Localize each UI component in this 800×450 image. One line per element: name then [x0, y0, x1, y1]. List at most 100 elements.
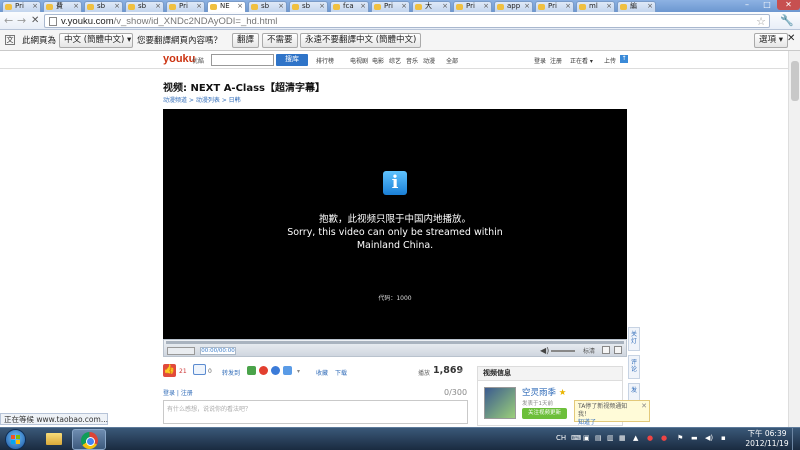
- nav-tv[interactable]: 电视剧: [350, 56, 368, 65]
- nav-movie[interactable]: 电影: [372, 56, 384, 65]
- browser-tab[interactable]: 編 ×: [617, 1, 656, 12]
- tab-close-icon[interactable]: ×: [401, 2, 407, 11]
- quality-button[interactable]: 标清: [583, 346, 595, 355]
- volume-tray-icon[interactable]: ◀): [705, 434, 713, 442]
- progress-bar[interactable]: [166, 341, 624, 344]
- flag-icon[interactable]: ⚑: [677, 434, 683, 442]
- clock[interactable]: 下午 06:39 2012/11/19: [743, 429, 791, 449]
- comment-login-links[interactable]: 登录 | 注册: [163, 388, 193, 397]
- close-infobar-icon[interactable]: ✕: [787, 34, 795, 44]
- network-icon[interactable]: ▬: [691, 434, 698, 442]
- comment-input[interactable]: 有什么感想，说说你的看法吧？: [163, 400, 468, 424]
- tab-close-icon[interactable]: ×: [606, 2, 612, 11]
- play-button[interactable]: [167, 347, 195, 355]
- youku-logo[interactable]: youku: [163, 53, 195, 65]
- browser-tab[interactable]: Pri ×: [535, 1, 574, 12]
- uploader-name[interactable]: 空灵雨季 ★: [522, 386, 566, 398]
- back-icon[interactable]: ←: [4, 15, 13, 27]
- comment-icon[interactable]: [193, 364, 206, 375]
- tab-close-icon[interactable]: ×: [32, 2, 38, 11]
- wrench-icon[interactable]: 🔧: [780, 14, 794, 27]
- register-link[interactable]: 注册: [550, 56, 562, 65]
- tab-close-icon[interactable]: ×: [565, 2, 571, 11]
- side-tab-lights[interactable]: 关灯: [628, 327, 640, 351]
- like-icon[interactable]: 👍: [163, 364, 176, 377]
- share-icon-1[interactable]: [247, 366, 256, 375]
- options-button[interactable]: 選項 ▾: [754, 33, 788, 48]
- window-close-button[interactable]: ✕: [777, 0, 800, 10]
- tab-close-icon[interactable]: ×: [278, 2, 284, 11]
- browser-tab[interactable]: fca ×: [330, 1, 369, 12]
- no-translate-button[interactable]: 不需要: [262, 33, 298, 48]
- nav-anime[interactable]: 动漫: [423, 56, 435, 65]
- nav-music[interactable]: 音乐: [406, 56, 418, 65]
- scrollbar-thumb[interactable]: [791, 61, 799, 101]
- tray-expand-icon[interactable]: ▲: [633, 434, 638, 442]
- repost-label[interactable]: 转发到: [222, 368, 240, 377]
- browser-tab[interactable]: app ×: [494, 1, 533, 12]
- tray-icon-1[interactable]: ▣: [583, 434, 590, 442]
- window-minimize-button[interactable]: –: [737, 0, 757, 10]
- browser-tab[interactable]: 費 ×: [43, 1, 82, 12]
- address-bar[interactable]: v.youku.com/v_show/id_XNDc2NDAyODI=_hd.h…: [44, 14, 770, 28]
- window-maximize-button[interactable]: □: [757, 0, 777, 10]
- tray-icon-5[interactable]: ▪: [721, 434, 726, 442]
- translate-button[interactable]: 翻譯: [232, 33, 260, 48]
- tab-close-icon[interactable]: ×: [237, 2, 243, 11]
- download-link[interactable]: 下载: [335, 368, 347, 377]
- tab-close-icon[interactable]: ×: [442, 2, 448, 11]
- keyboard-icon[interactable]: ⌨: [571, 434, 581, 442]
- login-link[interactable]: 登录: [534, 56, 546, 65]
- avatar[interactable]: [484, 387, 516, 419]
- browser-tab[interactable]: 大 ×: [412, 1, 451, 12]
- plays-dropdown-icon[interactable]: ▾: [459, 367, 463, 375]
- browser-tab[interactable]: sb ×: [248, 1, 287, 12]
- tab-close-icon[interactable]: ×: [483, 2, 489, 11]
- show-desktop-button[interactable]: [792, 428, 800, 450]
- notice-close-icon[interactable]: ✕: [641, 402, 647, 410]
- forward-icon[interactable]: →: [17, 15, 26, 27]
- share-icon-3[interactable]: [271, 366, 280, 375]
- volume-slider[interactable]: [551, 350, 575, 352]
- tab-close-icon[interactable]: ×: [647, 2, 653, 11]
- fullscreen-icon[interactable]: [614, 346, 622, 354]
- nav-all[interactable]: 全部: [446, 56, 458, 65]
- nav-variety[interactable]: 综艺: [389, 56, 401, 65]
- bookmark-star-icon[interactable]: ☆: [756, 15, 766, 28]
- tray-icon-2[interactable]: ▤: [595, 434, 602, 442]
- favorite-link[interactable]: 收藏: [316, 368, 328, 377]
- side-tab-comment[interactable]: 评论: [628, 355, 640, 379]
- never-translate-button[interactable]: 永遠不要翻譯中文 (簡體中文): [300, 33, 422, 48]
- browser-tab[interactable]: Pri ×: [453, 1, 492, 12]
- browser-tab[interactable]: Pri ×: [2, 1, 41, 12]
- tray-app-icon[interactable]: ●: [647, 434, 653, 442]
- tray-app-icon-2[interactable]: ●: [661, 434, 667, 442]
- page-scrollbar[interactable]: [788, 51, 800, 427]
- volume-icon[interactable]: ◀): [540, 346, 549, 355]
- browser-tab[interactable]: NE ×: [207, 1, 246, 12]
- subscribe-button[interactable]: 关注视频更新: [522, 408, 567, 419]
- tray-icon-3[interactable]: ▥: [607, 434, 614, 442]
- watching-link[interactable]: 正在看 ▾: [570, 56, 593, 65]
- nav-rank[interactable]: 排行榜: [316, 56, 334, 65]
- browser-tab[interactable]: sb ×: [289, 1, 328, 12]
- url-text[interactable]: v.youku.com/v_show/id_XNDc2NDAyODI=_hd.h…: [61, 15, 277, 28]
- browser-tab[interactable]: sb ×: [84, 1, 123, 12]
- tab-close-icon[interactable]: ×: [319, 2, 325, 11]
- search-input[interactable]: [211, 54, 274, 66]
- browser-tab[interactable]: ml ×: [576, 1, 615, 12]
- tab-close-icon[interactable]: ×: [155, 2, 161, 11]
- language-indicator[interactable]: CH: [556, 434, 566, 442]
- tab-close-icon[interactable]: ×: [114, 2, 120, 11]
- breadcrumb[interactable]: 动漫频道 > 动漫列表 > 日韩: [163, 95, 241, 104]
- browser-tab[interactable]: Pri ×: [166, 1, 205, 12]
- tray-icon-4[interactable]: ▦: [619, 434, 626, 442]
- stop-icon[interactable]: ✕: [31, 15, 39, 27]
- upload-icon[interactable]: ↑: [620, 55, 628, 63]
- start-button[interactable]: [5, 429, 26, 450]
- video-player[interactable]: i 抱歉，此视频只限于中国内地播放。 Sorry, this video can…: [163, 109, 627, 339]
- chrome-taskbar-button[interactable]: [72, 429, 106, 450]
- share-icon-4[interactable]: [283, 366, 292, 375]
- tab-close-icon[interactable]: ×: [360, 2, 366, 11]
- weibo-icon[interactable]: [259, 366, 268, 375]
